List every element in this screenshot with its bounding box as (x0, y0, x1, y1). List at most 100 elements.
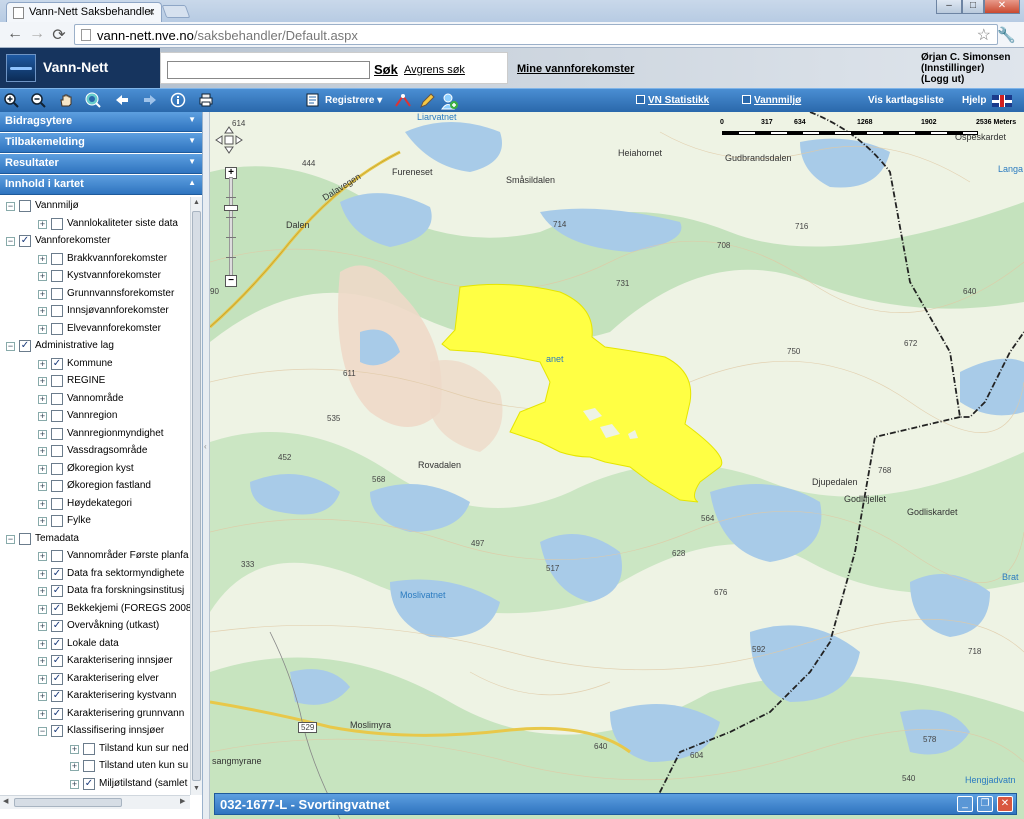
minimize-window-button[interactable]: – (936, 0, 962, 14)
scroll-left-icon[interactable]: ◀ (3, 797, 8, 805)
register-icon[interactable] (304, 92, 322, 110)
map-view[interactable]: Liarvatnet Heiahornet Gudbrandsdalen Osp… (210, 112, 1024, 819)
expand-icon[interactable]: + (38, 429, 47, 439)
layer-checkbox[interactable]: ✓ (51, 725, 63, 737)
vannmiljo-link[interactable]: Vannmiljø (742, 95, 801, 106)
collapse-icon[interactable]: − (6, 237, 15, 246)
measure-icon[interactable] (394, 92, 412, 110)
next-extent-icon[interactable] (141, 92, 159, 110)
refine-search-link[interactable]: Avgrens søk (404, 64, 465, 76)
expand-icon[interactable]: + (38, 692, 47, 701)
browser-tab[interactable]: Vann-Nett Saksbehandler × (6, 2, 162, 22)
layer-checkbox[interactable]: ✓ (51, 357, 63, 370)
expand-icon[interactable]: + (38, 604, 47, 614)
collapse-icon[interactable]: − (38, 727, 47, 736)
search-button[interactable]: Søk (374, 62, 398, 77)
print-icon[interactable] (197, 92, 215, 110)
expand-icon[interactable]: + (38, 552, 47, 561)
layer-checkbox[interactable] (51, 270, 63, 282)
english-flag-icon[interactable] (992, 95, 1012, 107)
expand-icon[interactable]: + (38, 482, 47, 491)
expand-icon[interactable]: + (38, 307, 47, 316)
previous-extent-icon[interactable] (113, 92, 131, 110)
layer-checkbox[interactable] (51, 217, 63, 230)
layer-checkbox[interactable]: ✓ (51, 567, 63, 580)
expand-icon[interactable]: + (38, 394, 47, 404)
url-input[interactable]: vann-nett.nve.no/saksbehandler/Default.a… (74, 24, 998, 45)
layer-checkbox[interactable]: ✓ (19, 340, 31, 352)
scroll-thumb[interactable] (14, 798, 122, 807)
expand-icon[interactable]: + (38, 412, 47, 421)
expand-icon[interactable]: + (38, 359, 47, 369)
layer-checkbox[interactable] (51, 305, 63, 317)
layer-checkbox[interactable]: ✓ (51, 707, 63, 720)
accordion-feedback[interactable]: Tilbakemelding ▼ (0, 133, 202, 153)
expand-icon[interactable]: + (70, 744, 79, 754)
wrench-icon[interactable]: 🔧 (997, 26, 1016, 44)
layer-checkbox[interactable] (51, 410, 63, 422)
layer-checkbox[interactable] (83, 742, 95, 755)
new-tab-button[interactable] (161, 5, 191, 18)
accordion-map-content[interactable]: Innhold i kartet ▲ (0, 175, 202, 195)
vn-statistikk-link[interactable]: VN Statistikk (636, 95, 709, 106)
layer-checkbox[interactable]: ✓ (51, 620, 63, 632)
layer-checkbox[interactable] (51, 550, 63, 562)
scroll-down-icon[interactable]: ▼ (193, 785, 200, 792)
layer-checkbox[interactable] (51, 375, 63, 387)
layer-checkbox[interactable] (51, 480, 63, 492)
minimize-panel-button[interactable]: _ (957, 796, 973, 812)
expand-icon[interactable]: + (38, 569, 47, 579)
user-settings-link[interactable]: (Innstillinger) (921, 63, 1010, 74)
expand-icon[interactable]: + (38, 622, 47, 631)
my-waterbodies-link[interactable]: Mine vannforekomster (517, 63, 634, 75)
layer-checkbox[interactable] (19, 532, 31, 545)
panel-splitter[interactable]: ‹ (203, 112, 210, 819)
expand-icon[interactable]: + (38, 674, 47, 684)
back-icon[interactable]: ← (4, 25, 26, 43)
layer-checkbox[interactable] (19, 200, 31, 212)
tree-horizontal-scrollbar[interactable]: ◀ ▶ (0, 795, 190, 809)
layer-checkbox[interactable] (51, 497, 63, 510)
scroll-up-icon[interactable]: ▲ (193, 199, 200, 206)
layer-checkbox[interactable] (51, 322, 63, 335)
forward-icon[interactable]: → (26, 25, 48, 43)
layer-checkbox[interactable] (51, 287, 63, 300)
tree-vertical-scrollbar[interactable]: ▲ ▼ (190, 197, 202, 795)
expand-icon[interactable]: + (38, 657, 47, 666)
layer-checkbox[interactable] (51, 515, 63, 527)
tab-close-icon[interactable]: × (148, 5, 155, 19)
expand-icon[interactable]: + (38, 377, 47, 386)
expand-icon[interactable]: + (38, 324, 47, 334)
expand-icon[interactable]: + (38, 272, 47, 281)
zoom-out-icon[interactable] (29, 92, 47, 110)
accordion-contributors[interactable]: Bidragsytere ▼ (0, 112, 202, 132)
layer-checkbox[interactable]: ✓ (51, 672, 63, 685)
maximize-window-button[interactable]: □ (962, 0, 984, 14)
zoom-track[interactable] (229, 177, 233, 277)
zoom-minus-button[interactable]: − (225, 275, 237, 287)
layer-checkbox[interactable]: ✓ (51, 602, 63, 615)
scroll-thumb[interactable] (192, 211, 201, 781)
expand-icon[interactable]: + (38, 587, 47, 596)
accordion-results[interactable]: Resultater ▼ (0, 154, 202, 174)
collapse-icon[interactable]: − (6, 342, 15, 351)
layer-checkbox[interactable] (51, 445, 63, 457)
collapse-icon[interactable]: − (6, 202, 15, 211)
expand-icon[interactable]: + (38, 254, 47, 264)
scroll-right-icon[interactable]: ▶ (180, 797, 185, 805)
expand-icon[interactable]: + (38, 517, 47, 526)
pan-hand-icon[interactable] (57, 92, 75, 110)
collapse-icon[interactable]: − (6, 534, 15, 544)
layer-checkbox[interactable]: ✓ (51, 637, 63, 650)
layer-checkbox[interactable]: ✓ (83, 777, 95, 790)
layer-checkbox[interactable] (51, 462, 63, 475)
full-extent-icon[interactable] (84, 92, 102, 110)
expand-icon[interactable]: + (38, 709, 47, 719)
bookmark-star-icon[interactable]: ☆ (977, 25, 991, 45)
expand-icon[interactable]: + (38, 219, 47, 229)
register-menu[interactable]: Registrere ▾ (325, 95, 382, 106)
reload-icon[interactable]: ⟳ (48, 25, 70, 45)
expand-icon[interactable]: + (70, 762, 79, 771)
expand-icon[interactable]: + (38, 289, 47, 299)
layer-checkbox[interactable]: ✓ (51, 585, 63, 597)
